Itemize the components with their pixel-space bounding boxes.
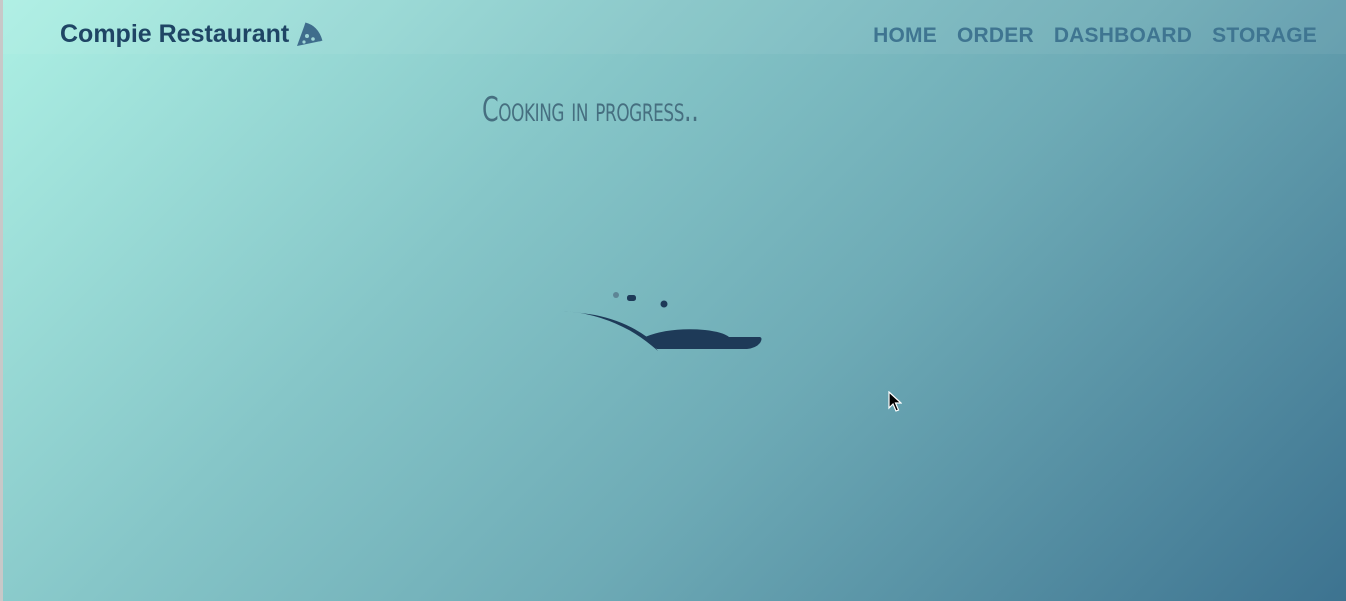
nav-storage[interactable]: STORAGE (1212, 24, 1317, 48)
brand-link[interactable]: Compie Restaurant (60, 20, 323, 49)
nav-home[interactable]: HOME (873, 24, 937, 48)
nav-dashboard[interactable]: DASHBOARD (1054, 24, 1192, 48)
brand-title: Compie Restaurant (60, 20, 290, 48)
mouse-cursor-icon (888, 390, 903, 418)
cooking-loader (555, 285, 770, 365)
nav-order[interactable]: ORDER (957, 24, 1034, 48)
main-nav: HOME ORDER DASHBOARD STORAGE (873, 24, 1317, 48)
cooking-status-heading: Cooking in progress.. (482, 90, 699, 130)
pizza-slice-icon (293, 21, 323, 49)
window-edge (0, 0, 3, 601)
navbar: Compie Restaurant HOME ORDER DASHBOARD S… (3, 0, 1346, 54)
frying-pan-icon (563, 292, 762, 351)
